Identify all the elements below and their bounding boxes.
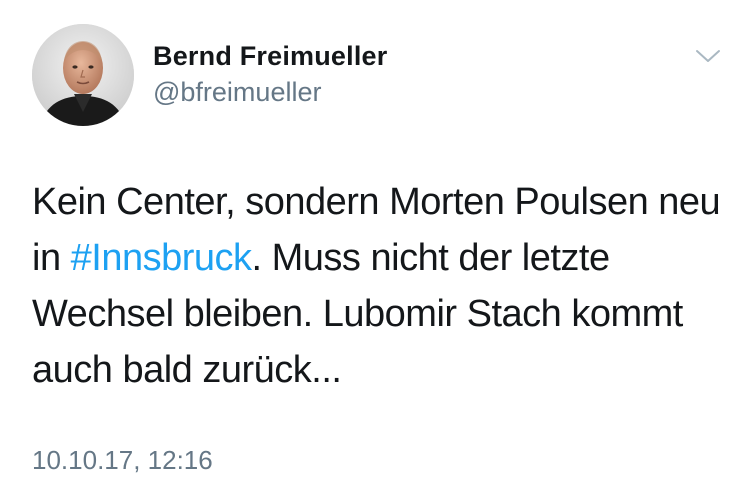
tweet-card: Bernd Freimueller @bfreimueller Kein Cen… bbox=[0, 0, 750, 496]
tweet-text: Kein Center, sondern Morten Poulsen neu … bbox=[32, 174, 732, 398]
hashtag-link[interactable]: #Innsbruck bbox=[71, 237, 252, 279]
profile-photo-icon bbox=[32, 24, 134, 126]
author-handle[interactable]: @bfreimueller bbox=[153, 76, 387, 108]
tweet-author[interactable]: Bernd Freimueller @bfreimueller bbox=[153, 40, 387, 108]
chevron-down-icon[interactable] bbox=[694, 46, 722, 66]
tweet-timestamp[interactable]: 10.10.17, 12:16 bbox=[32, 444, 213, 476]
avatar[interactable] bbox=[32, 24, 134, 126]
author-display-name[interactable]: Bernd Freimueller bbox=[153, 40, 387, 72]
